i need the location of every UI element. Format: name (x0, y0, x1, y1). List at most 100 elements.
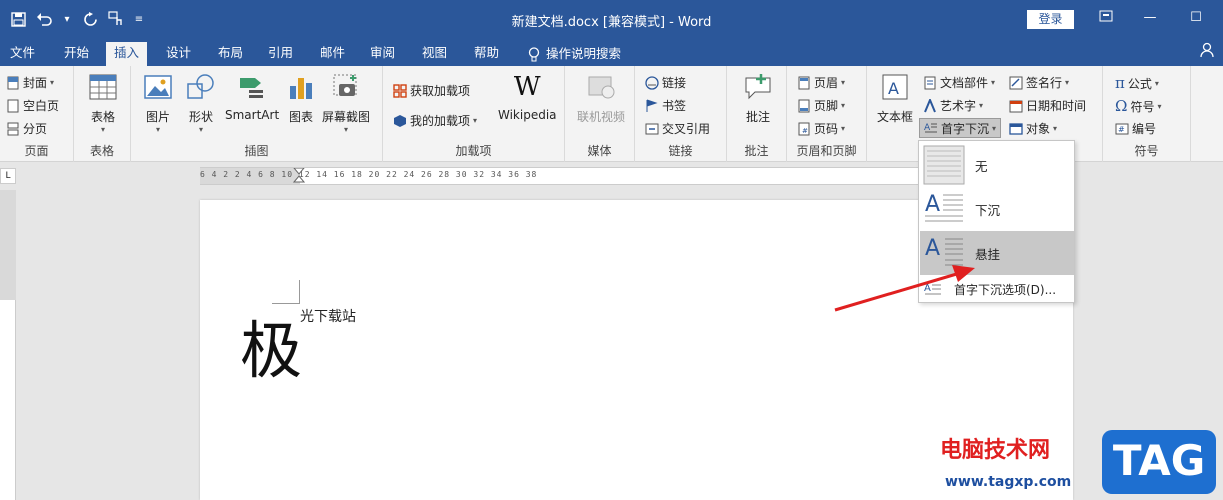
cross-reference-button[interactable]: 交叉引用 (645, 120, 710, 137)
number-button[interactable]: # 编号 (1115, 120, 1156, 137)
title-bar: ▾ ≡ 新建文档.docx [兼容模式] - Word 登录 — ☐ (0, 0, 1223, 38)
touch-mode-icon[interactable] (106, 8, 126, 30)
object-button[interactable]: 对象 ▾ (1009, 120, 1057, 137)
bookmark-button[interactable]: 书签 (645, 97, 686, 114)
indent-marker-icon[interactable] (293, 168, 305, 188)
tab-review[interactable]: 审阅 (362, 42, 403, 66)
tab-selector[interactable]: L (0, 168, 16, 184)
ribbon-display-icon[interactable] (1096, 10, 1116, 28)
quick-parts-icon (924, 76, 936, 89)
cover-page-icon (7, 76, 19, 89)
link-icon (645, 75, 659, 90)
online-video-button[interactable]: 联机视频 (577, 72, 625, 125)
tab-references[interactable]: 引用 (260, 42, 301, 66)
footer-button[interactable]: 页脚 ▾ (797, 97, 845, 114)
quick-access-toolbar: ▾ ≡ (8, 8, 146, 30)
tab-home[interactable]: 开始 (56, 42, 97, 66)
shapes-button[interactable]: 形状 ▾ (186, 72, 216, 134)
wikipedia-icon: W (513, 72, 541, 102)
svg-text:A: A (888, 79, 899, 98)
footer-icon (798, 99, 810, 112)
chart-button[interactable]: 图表 (286, 72, 316, 125)
tab-view[interactable]: 视图 (414, 42, 455, 66)
equation-button[interactable]: π 公式 ▾ (1115, 74, 1159, 92)
blank-page-button[interactable]: 空白页 (6, 97, 59, 114)
shapes-icon (187, 74, 214, 99)
wikipedia-button[interactable]: W Wikipedia (498, 72, 557, 122)
table-icon (89, 74, 117, 100)
tell-me-search[interactable]: 操作说明搜索 (520, 42, 629, 66)
group-symbols: π 公式 ▾ Ω 符号 ▾ # 编号 符号 (1103, 66, 1191, 162)
group-addins-label: 加载项 (455, 144, 492, 158)
save-icon[interactable] (8, 8, 28, 30)
drop-cap-character[interactable]: 极 (240, 300, 302, 390)
comment-icon (745, 74, 771, 100)
page-break-icon (7, 122, 19, 135)
tab-design[interactable]: 设计 (158, 42, 199, 66)
ruler-numbers: 6 4 2 2 4 6 8 10 12 14 16 18 20 22 24 26… (200, 170, 538, 179)
maximize-icon[interactable]: ☐ (1186, 10, 1206, 28)
quick-parts-button[interactable]: 文档部件 ▾ (923, 74, 995, 91)
tab-insert[interactable]: 插入 (106, 42, 148, 66)
redo-icon[interactable] (80, 8, 100, 30)
my-addins-button[interactable]: 我的加载项 ▾ (393, 112, 477, 129)
vertical-ruler-margin (0, 190, 16, 300)
drop-cap-options[interactable]: A 首字下沉选项(D)... (920, 277, 1074, 301)
header-icon (798, 76, 810, 89)
signature-icon (1009, 76, 1023, 89)
horizontal-ruler[interactable]: 6 4 2 2 4 6 8 10 12 14 16 18 20 22 24 26… (200, 167, 920, 185)
tab-help[interactable]: 帮助 (466, 42, 507, 66)
table-button[interactable]: 表格 ▾ (88, 72, 118, 134)
cover-page-button[interactable]: 封面 ▾ (6, 74, 54, 91)
pi-icon: π (1115, 74, 1125, 92)
online-video-icon (588, 76, 615, 99)
picture-button[interactable]: 图片 ▾ (143, 72, 173, 134)
share-icon[interactable] (1192, 42, 1223, 66)
signature-line-button[interactable]: 签名行 ▾ (1009, 74, 1069, 91)
header-button[interactable]: 页眉 ▾ (797, 74, 845, 91)
undo-icon[interactable] (34, 8, 54, 30)
drop-cap-none[interactable]: 无 (920, 143, 1074, 187)
smartart-icon (240, 78, 264, 98)
tab-mailings[interactable]: 邮件 (312, 42, 353, 66)
get-addins-button[interactable]: 获取加载项 (393, 82, 470, 99)
page-number-button[interactable]: # 页码 ▾ (797, 120, 845, 137)
group-media: 联机视频 媒体 (565, 66, 635, 162)
chart-icon (290, 78, 312, 99)
drop-cap-menu: 无 A 下沉 A 悬挂 A 首字下沉选项(D)... (918, 140, 1075, 303)
group-tables-label: 表格 (89, 144, 114, 158)
group-header-footer: 页眉 ▾ 页脚 ▾ # 页码 ▾ 页眉和页脚 (787, 66, 867, 162)
smartart-button[interactable]: SmartArt (225, 72, 279, 122)
login-button[interactable]: 登录 (1027, 10, 1074, 29)
drop-cap-in-margin[interactable]: A 悬挂 (920, 231, 1074, 275)
tag-logo: TAG (1100, 428, 1218, 496)
customize-qat-icon[interactable]: ≡ (132, 8, 146, 30)
drop-cap-button[interactable]: A 首字下沉 ▾ (919, 118, 1002, 138)
symbol-button[interactable]: Ω 符号 ▾ (1115, 97, 1161, 115)
group-illustrations-label: 插图 (244, 144, 269, 158)
group-links: 链接 书签 交叉引用 链接 (635, 66, 727, 162)
tab-layout[interactable]: 布局 (210, 42, 251, 66)
screenshot-button[interactable]: 屏幕截图 ▾ (322, 72, 370, 134)
document-text[interactable]: 光下载站 (300, 306, 356, 326)
link-button[interactable]: 链接 (645, 74, 686, 91)
calendar-icon (1009, 100, 1023, 112)
wordart-button[interactable]: 艺术字 ▾ (923, 97, 983, 114)
page-break-button[interactable]: 分页 (6, 120, 47, 137)
picture-icon (144, 75, 172, 99)
textbox-icon: A (882, 74, 908, 100)
undo-dropdown-icon[interactable]: ▾ (60, 8, 74, 30)
svg-text:A: A (925, 236, 940, 261)
drop-cap-dropped[interactable]: A 下沉 (920, 187, 1074, 231)
svg-text:#: # (1118, 125, 1125, 134)
comment-button[interactable]: 批注 (743, 72, 773, 125)
textbox-button[interactable]: A 文本框 (877, 72, 913, 125)
number-icon: # (1115, 123, 1129, 134)
omega-icon: Ω (1115, 97, 1128, 115)
date-time-button[interactable]: 日期和时间 (1009, 97, 1086, 114)
tell-me-label: 操作说明搜索 (546, 46, 622, 61)
vertical-ruler[interactable] (0, 190, 16, 500)
screenshot-icon (333, 74, 357, 96)
tab-file[interactable]: 文件 (2, 42, 43, 66)
minimize-icon[interactable]: — (1140, 10, 1160, 28)
